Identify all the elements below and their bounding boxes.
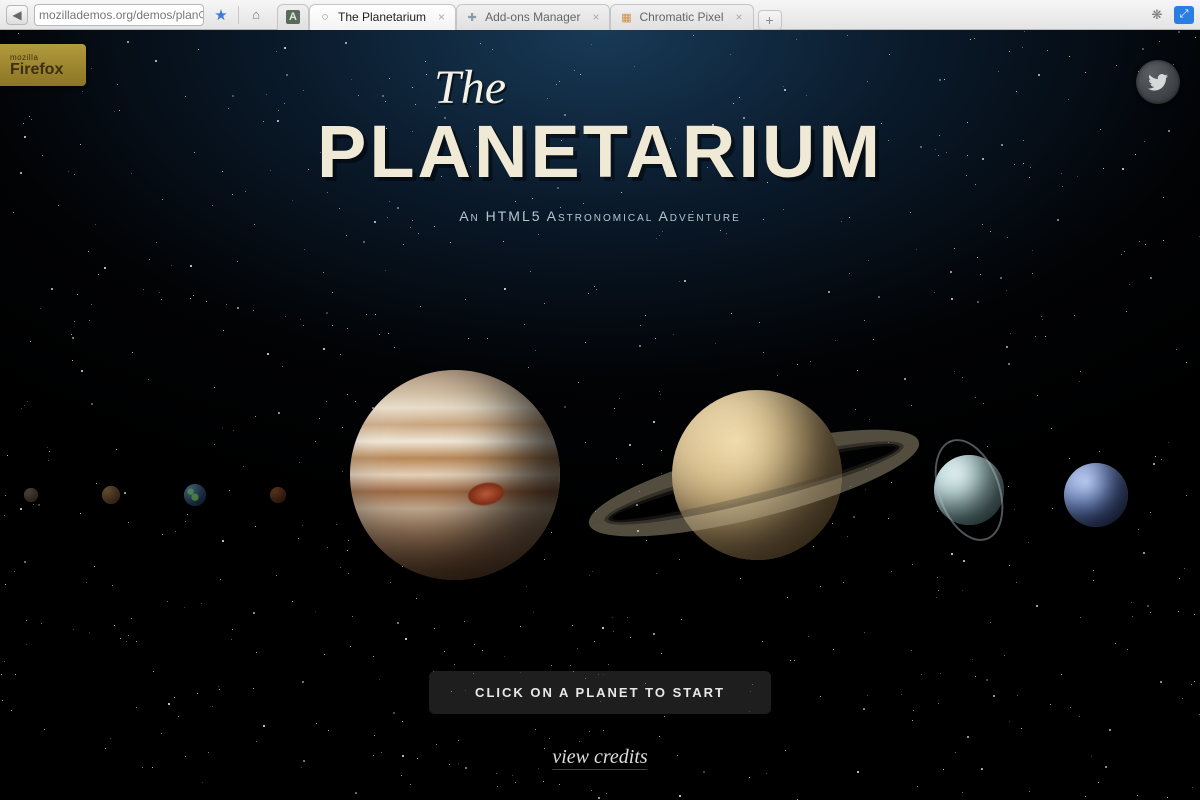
planet-jupiter[interactable]	[350, 370, 560, 580]
instruction-banner: CLICK ON A PLANET TO START	[429, 671, 771, 714]
view-credits-link[interactable]: view credits	[552, 746, 647, 770]
close-icon[interactable]: ×	[736, 10, 743, 24]
reload-icon[interactable]: ⟳	[198, 8, 204, 22]
title-main: PLANETARIUM	[317, 109, 883, 194]
page-viewport: mozilla Firefox The PLANETARIUM An HTML5…	[0, 30, 1200, 800]
tab-label: Chromatic Pixel	[639, 10, 723, 24]
tab-addons[interactable]: ✚ Add-ons Manager ×	[456, 4, 610, 30]
tab-icon: ◌	[318, 10, 332, 24]
fullscreen-icon[interactable]: ⤢	[1174, 6, 1194, 24]
gear-icon[interactable]: ❋	[1146, 5, 1168, 25]
planet-saturn[interactable]	[584, 370, 924, 590]
tab-planetarium[interactable]: ◌ The Planetarium ×	[309, 4, 456, 30]
title-the: The	[57, 60, 883, 115]
home-icon[interactable]: ⌂	[245, 5, 267, 25]
tab-pinned[interactable]: A	[277, 4, 309, 30]
planet-uranus[interactable]	[934, 455, 1004, 525]
bookmark-star-icon[interactable]: ★	[210, 5, 232, 25]
planet-row	[0, 400, 1200, 590]
planet-venus[interactable]	[102, 486, 120, 504]
url-bar[interactable]: mozillademos.org/demos/plan ⟳	[34, 4, 204, 26]
tab-chromatic[interactable]: ▦ Chromatic Pixel ×	[610, 4, 753, 30]
grid-icon: ▦	[619, 10, 633, 24]
planet-mars[interactable]	[270, 487, 286, 503]
close-icon[interactable]: ×	[592, 10, 599, 24]
browser-toolbar: ◀ mozillademos.org/demos/plan ⟳ ★ ⌂ A ◌ …	[0, 0, 1200, 30]
tab-label: The Planetarium	[338, 10, 426, 24]
title-block: The PLANETARIUM An HTML5 Astronomical Ad…	[317, 60, 883, 224]
new-tab-button[interactable]: +	[758, 10, 782, 30]
puzzle-icon: ✚	[465, 10, 479, 24]
url-text: mozillademos.org/demos/plan	[39, 8, 198, 22]
tab-icon: A	[286, 10, 300, 24]
planet-earth[interactable]	[184, 484, 206, 506]
planet-neptune[interactable]	[1064, 463, 1128, 527]
close-icon[interactable]: ×	[438, 10, 445, 24]
back-button[interactable]: ◀	[6, 5, 28, 25]
twitter-icon	[1147, 71, 1169, 93]
uranus-ring	[922, 430, 1017, 551]
subtitle: An HTML5 Astronomical Adventure	[317, 208, 883, 224]
tab-label: Add-ons Manager	[485, 10, 580, 24]
tab-strip: A ◌ The Planetarium × ✚ Add-ons Manager …	[277, 0, 782, 30]
twitter-button[interactable]	[1136, 60, 1180, 104]
planet-mercury[interactable]	[24, 488, 38, 502]
instruction-text: CLICK ON A PLANET TO START	[475, 685, 725, 700]
credits-label: view credits	[552, 746, 647, 768]
